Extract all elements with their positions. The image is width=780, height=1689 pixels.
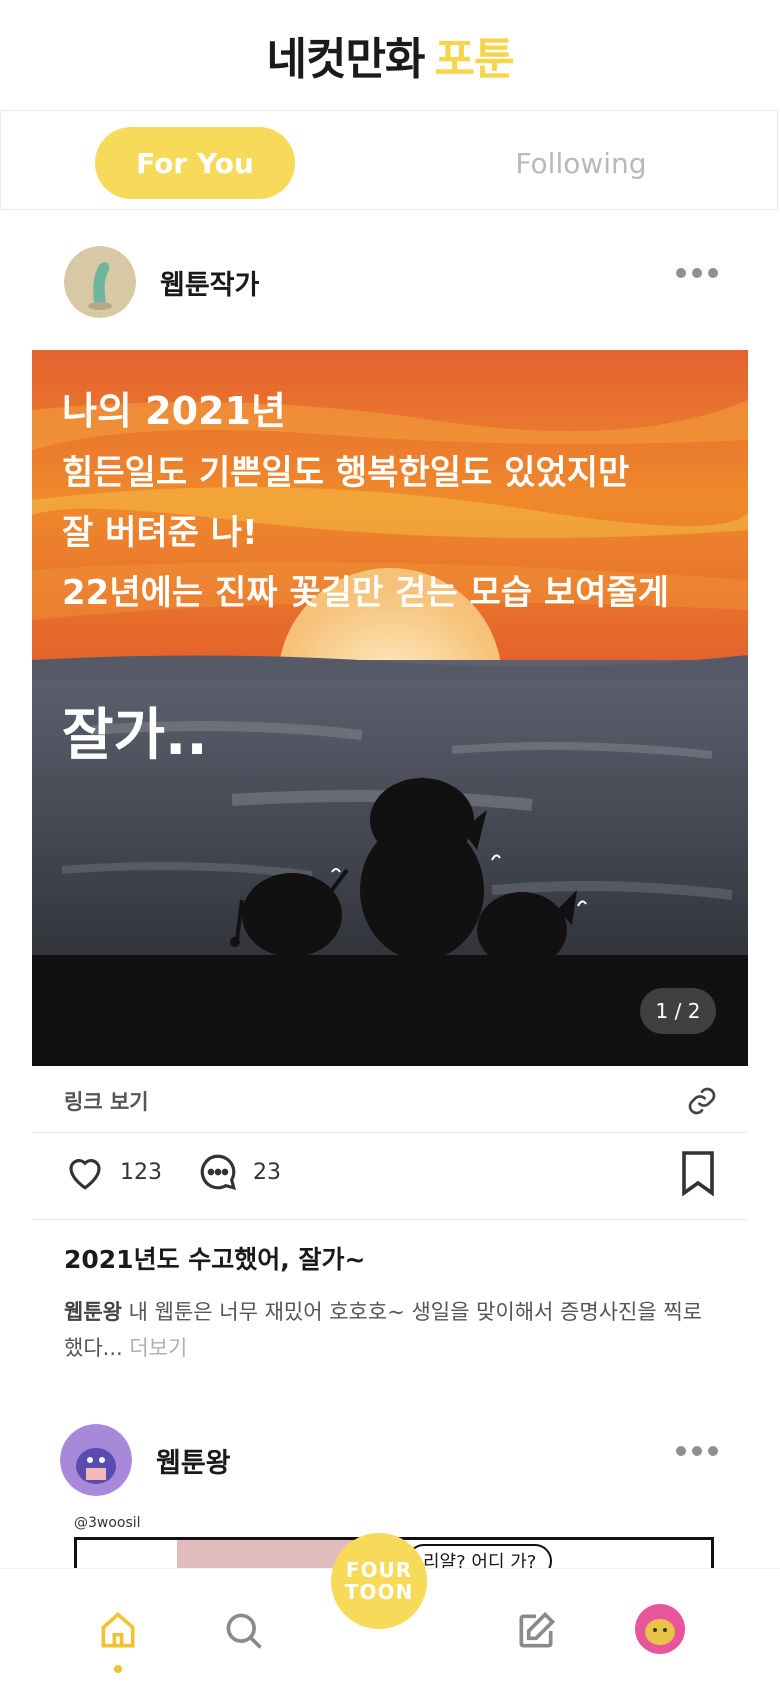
post-title: 2021년도 수고했어, 잘가~ [64, 1245, 366, 1274]
more-dot-icon [692, 268, 702, 278]
nav-search[interactable] [218, 1605, 270, 1657]
link-row[interactable]: 링크 보기 [32, 1070, 748, 1133]
link-icon[interactable] [686, 1085, 718, 1121]
comic-line-3: 잘 버텨준 나! [62, 513, 258, 553]
fourtoon-create-button[interactable]: FOUR TOON [331, 1533, 427, 1629]
home-icon [101, 1612, 135, 1648]
feed-tabs: For You Following [0, 110, 778, 210]
like-button[interactable]: 123 [64, 1151, 162, 1193]
page-indicator: 1 / 2 [640, 988, 716, 1034]
comic-line-2: 힘든일도 기쁜일도 행복한일도 있었지만 [62, 453, 630, 493]
nav-profile[interactable] [632, 1601, 688, 1657]
caption-more-link[interactable]: 더보기 [129, 1336, 187, 1360]
profile-avatar [635, 1604, 685, 1654]
logo-text-main: 네컷만화 [266, 34, 426, 85]
fab-text-line1: FOUR [345, 1558, 413, 1582]
bookmark-icon [682, 1151, 714, 1197]
heart-icon [69, 1159, 101, 1190]
more-options-button[interactable] [676, 1446, 718, 1456]
author-avatar[interactable] [64, 246, 136, 318]
comment-button[interactable]: 23 [197, 1151, 281, 1193]
comic-line-1: 나의 2021년 [62, 389, 286, 433]
nav-home[interactable] [92, 1605, 144, 1657]
more-dot-icon [676, 1446, 686, 1456]
post-image[interactable]: 나의 2021년 힘든일도 기쁜일도 행복한일도 있었지만 잘 버텨준 나! 2… [32, 350, 748, 1066]
logo-text-accent: 포툰 [434, 34, 514, 85]
more-dot-icon [692, 1446, 702, 1456]
like-count: 123 [120, 1159, 162, 1185]
author-name[interactable]: 웹툰작가 [160, 263, 259, 302]
fab-text-line2: TOON [344, 1580, 414, 1604]
app-logo[interactable]: 네컷만화 포툰 [266, 23, 515, 87]
comment-count: 23 [253, 1159, 281, 1185]
comment-icon [200, 1154, 236, 1190]
tab-for-you[interactable]: For You [95, 127, 295, 199]
active-indicator [114, 1665, 122, 1673]
tab-following[interactable]: Following [481, 127, 681, 199]
post-author-row: 웹툰왕 [0, 1420, 780, 1500]
caption-author[interactable]: 웹툰왕 [64, 1300, 122, 1324]
more-dot-icon [708, 1446, 718, 1456]
search-icon [226, 1613, 262, 1649]
write-icon [519, 1611, 556, 1648]
more-options-button[interactable] [676, 268, 718, 278]
post-actions: 123 23 [32, 1133, 748, 1220]
more-dot-icon [676, 268, 686, 278]
bookmark-button[interactable] [680, 1149, 716, 1197]
more-dot-icon [708, 268, 718, 278]
app-header: 네컷만화 포툰 [0, 0, 780, 110]
comic-line-4: 22년에는 진짜 꽃길만 걷는 모습 보여줄게 [62, 573, 669, 613]
post-caption: 웹툰왕 내 웹툰은 너무 재밌어 호호호~ 생일을 맞이해서 증명사진을 찍로 … [64, 1294, 714, 1366]
author-name[interactable]: 웹툰왕 [156, 1441, 231, 1480]
nav-write[interactable] [510, 1605, 562, 1657]
post-author-row: 웹툰작가 [0, 242, 780, 322]
image-watermark: @3woosil [74, 1515, 141, 1531]
comic-shout: 잘가.. [62, 703, 208, 768]
author-avatar[interactable] [60, 1424, 132, 1496]
link-label[interactable]: 링크 보기 [64, 1086, 149, 1116]
